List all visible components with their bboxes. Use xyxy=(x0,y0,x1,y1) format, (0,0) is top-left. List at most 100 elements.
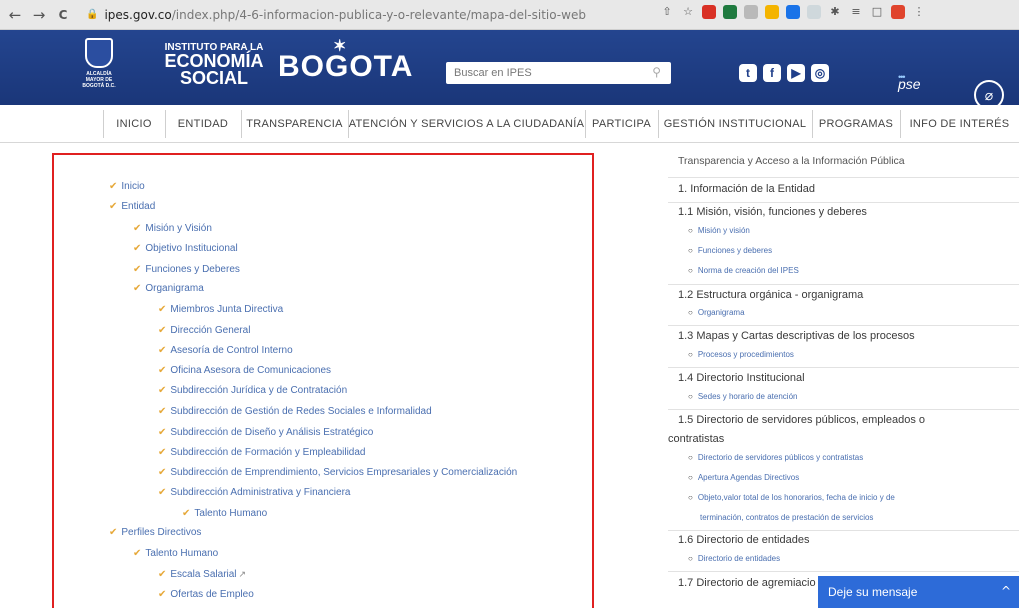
extension-icon[interactable] xyxy=(807,5,821,19)
section-link[interactable]: ○ Norma de creación del IPES xyxy=(688,266,799,275)
checkmark-icon: ✔ xyxy=(182,508,191,519)
sitemap-item[interactable]: ✔ Organigrama xyxy=(133,283,204,294)
share-icon[interactable]: ⇧ xyxy=(660,5,674,19)
alcaldia-label: ALCALDÍA MAYOR DE BOGOTÁ D.C. xyxy=(82,71,116,89)
section-heading[interactable]: 1.4 Directorio Institucional xyxy=(678,372,805,384)
section-link[interactable]: ○ Misión y visión xyxy=(688,226,750,235)
sitemap-item[interactable]: ✔ Subdirección de Diseño y Análisis Estra… xyxy=(158,427,373,438)
section-heading-continued[interactable]: contratistas xyxy=(668,433,724,445)
sitemap-item[interactable]: ✔ Objetivo Institucional xyxy=(133,243,238,254)
social-links: t f ▶ ◎ xyxy=(739,64,829,82)
menu-item-inicio[interactable]: INICIO xyxy=(103,113,165,135)
section-link[interactable]: ○ Organigrama xyxy=(688,308,745,317)
twitter-icon[interactable]: t xyxy=(739,64,757,82)
address-bar[interactable]: 🔒 ipes.gov.co/index.php/4-6-informacion-… xyxy=(86,4,661,26)
section-link-label: Directorio de servidores públicos y cont… xyxy=(697,453,864,462)
sitemap-item[interactable]: ✔ Escala Salarial ↗ xyxy=(158,569,246,580)
extension-icon[interactable] xyxy=(744,5,758,19)
extension-icon[interactable] xyxy=(891,5,905,19)
bullet-icon: ○ xyxy=(688,554,693,563)
section-heading[interactable]: 1.5 Directorio de servidores públicos, e… xyxy=(678,414,925,426)
ipes-logo[interactable]: INSTITUTO PARA LA ECONOMÍA SOCIAL xyxy=(162,42,266,87)
reload-button[interactable]: C xyxy=(54,8,72,22)
sitemap-item-label: Inicio xyxy=(121,181,145,192)
sitemap-item[interactable]: ✔ Subdirección de Emprendimiento, Servici… xyxy=(158,467,517,478)
extension-icon[interactable] xyxy=(765,5,779,19)
forward-button[interactable]: → xyxy=(30,6,48,24)
section-heading[interactable]: 1. Información de la Entidad xyxy=(678,183,815,195)
sitemap-item[interactable]: ✔ Inicio xyxy=(109,181,145,192)
sitemap-item[interactable]: ✔ Dirección General xyxy=(158,325,250,336)
menu-kebab-icon[interactable]: ⋮ xyxy=(912,5,926,19)
sitemap-item-label: Talento Humano xyxy=(145,548,219,559)
puzzle-icon[interactable]: ✱ xyxy=(828,5,842,19)
facebook-icon[interactable]: f xyxy=(763,64,781,82)
section-heading[interactable]: 1.6 Directorio de entidades xyxy=(678,534,809,546)
bullet-icon: ○ xyxy=(688,350,693,359)
sitemap-item-label: Subdirección de Emprendimiento, Servicio… xyxy=(170,467,518,478)
sitemap-item[interactable]: ✔ Entidad xyxy=(109,201,155,212)
sitemap-item-label: Misión y Visión xyxy=(145,223,212,234)
checkmark-icon: ✔ xyxy=(158,447,167,458)
bogota-logo[interactable]: BOGOTA ✶ xyxy=(278,38,413,84)
sitemap-item[interactable]: ✔ Subdirección Jurídica y de Contratación xyxy=(158,385,347,396)
sitemap-item-label: Escala Salarial xyxy=(170,569,237,580)
menu-item-transparencia[interactable]: TRANSPARENCIA xyxy=(241,113,348,135)
chat-widget[interactable]: Deje su mensaje ^ xyxy=(818,576,1019,608)
sitemap-item[interactable]: ✔ Miembros Junta Directiva xyxy=(158,304,283,315)
section-link-continued[interactable]: terminación, contratos de prestación de … xyxy=(700,513,873,522)
pse-label: pse xyxy=(898,76,921,92)
sitemap-item[interactable]: ✔ Misión y Visión xyxy=(133,223,212,234)
section-heading[interactable]: 1.7 Directorio de agremiacio xyxy=(678,577,816,589)
checkmark-icon: ✔ xyxy=(133,223,142,234)
chevron-up-icon[interactable]: ^ xyxy=(1001,584,1011,598)
instagram-icon[interactable]: ◎ xyxy=(811,64,829,82)
sitemap-item[interactable]: ✔ Subdirección Administrativa y Financier… xyxy=(158,487,350,498)
menu-item-participa[interactable]: PARTICIPA xyxy=(585,113,658,135)
section-heading[interactable]: 1.3 Mapas y Cartas descriptivas de los p… xyxy=(678,330,915,342)
sitemap-item-label: Ofertas de Empleo xyxy=(170,589,254,600)
bookmark-star-icon[interactable]: ☆ xyxy=(681,5,695,19)
menu-item-entidad[interactable]: ENTIDAD xyxy=(165,113,241,135)
sitemap-item[interactable]: ✔ Subdirección de Formación y Empleabilid… xyxy=(158,447,366,458)
section-heading[interactable]: 1.1 Misión, visión, funciones y deberes xyxy=(678,206,867,218)
youtube-icon[interactable]: ▶ xyxy=(787,64,805,82)
sitemap-item[interactable]: ✔ Talento Humano xyxy=(133,548,218,559)
section-link[interactable]: ○ Directorio de entidades xyxy=(688,554,780,563)
sitemap-item-label: Oficina Asesora de Comunicaciones xyxy=(170,365,332,376)
sitemap-item[interactable]: ✔ Ofertas de Empleo xyxy=(158,589,254,600)
checkmark-icon: ✔ xyxy=(158,589,167,600)
section-heading[interactable]: 1.2 Estructura orgánica - organigrama xyxy=(678,289,863,301)
sitemap-item[interactable]: ✔ Funciones y Deberes xyxy=(133,264,240,275)
sitemap-item[interactable]: ✔ Perfiles Directivos xyxy=(109,527,201,538)
checkmark-icon: ✔ xyxy=(133,264,142,275)
extension-icon[interactable] xyxy=(702,5,716,19)
search-icon[interactable]: ⚲ xyxy=(652,65,661,79)
back-button[interactable]: ← xyxy=(6,6,24,24)
section-link[interactable]: ○ Funciones y deberes xyxy=(688,246,772,255)
sitemap-item-label: Talento Humano xyxy=(194,508,268,519)
menu-item-atencion[interactable]: ATENCIÓN Y SERVICIOS A LA CIUDADANÍA xyxy=(348,113,585,135)
sitemap-item[interactable]: ✔ Talento Humano xyxy=(182,508,267,519)
sitemap-item[interactable]: ✔ Oficina Asesora de Comunicaciones xyxy=(158,365,331,376)
search-box[interactable]: Buscar en IPES ⚲ xyxy=(446,62,671,84)
search-placeholder: Buscar en IPES xyxy=(454,67,532,79)
sitemap-item[interactable]: ✔ Subdirección de Gestión de Redes Social… xyxy=(158,406,432,417)
checkmark-icon: ✔ xyxy=(158,385,167,396)
reading-list-icon[interactable]: ≡ xyxy=(849,5,863,19)
section-link[interactable]: ○ Sedes y horario de atención xyxy=(688,392,797,401)
tab-icon[interactable]: □ xyxy=(870,5,884,19)
section-link[interactable]: ○ Apertura Agendas Directivos xyxy=(688,473,799,482)
menu-item-programas[interactable]: PROGRAMAS xyxy=(812,113,900,135)
extension-icon[interactable] xyxy=(786,5,800,19)
section-link[interactable]: ○ Directorio de servidores públicos y con… xyxy=(688,453,863,462)
section-link[interactable]: ○ Objeto,valor total de los honorarios, f… xyxy=(688,493,895,502)
sitemap-item[interactable]: ✔ Asesoría de Control Interno xyxy=(158,345,293,356)
section-link[interactable]: ○ Procesos y procedimientos xyxy=(688,350,794,359)
sitemap-item-label: Subdirección Administrativa y Financiera xyxy=(170,487,351,498)
checkmark-icon: ✔ xyxy=(133,243,142,254)
extension-icon[interactable] xyxy=(723,5,737,19)
alcaldia-logo[interactable]: ALCALDÍA MAYOR DE BOGOTÁ D.C. xyxy=(78,38,120,89)
menu-item-gestion[interactable]: GESTIÓN INSTITUCIONAL xyxy=(658,113,812,135)
menu-item-info-interes[interactable]: INFO DE INTERÉS xyxy=(900,113,1019,135)
